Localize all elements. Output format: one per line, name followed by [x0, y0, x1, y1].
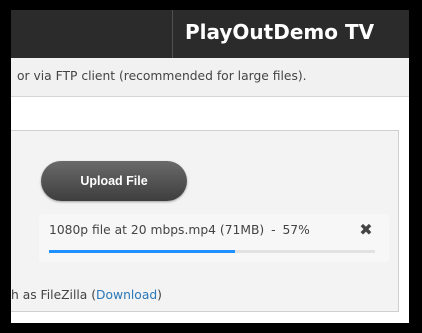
upload-file-item: 1080p file at 20 mbps.mp4 (71MB) - 57% ✖: [39, 214, 389, 262]
hint-text-end: ): [157, 288, 162, 302]
file-info: 1080p file at 20 mbps.mp4 (71MB) - 57%: [49, 223, 310, 237]
file-separator: -: [271, 223, 276, 237]
upload-progress-bar: [49, 250, 375, 253]
upload-file-button[interactable]: Upload File: [41, 161, 187, 201]
top-header: PlayOutDemo TV: [11, 10, 409, 58]
brand-title: PlayOutDemo TV: [185, 20, 375, 44]
hint-text: h as FileZilla (: [11, 288, 97, 302]
file-name: 1080p file at 20 mbps.mp4: [49, 223, 216, 237]
file-size: (71MB): [219, 223, 265, 237]
close-icon[interactable]: ✖: [357, 221, 375, 239]
upload-notice: or via FTP client (recommended for large…: [11, 58, 409, 97]
app-frame: PlayOutDemo TV or via FTP client (recomm…: [11, 10, 409, 323]
file-progress-percent: 57%: [282, 223, 310, 237]
download-link[interactable]: Download: [96, 288, 157, 302]
header-divider: [172, 10, 173, 58]
upload-panel: Upload File 1080p file at 20 mbps.mp4 (7…: [11, 130, 399, 312]
upload-progress-fill: [49, 250, 235, 253]
ftp-client-hint: h as FileZilla (Download): [11, 288, 162, 302]
notice-text: or via FTP client (recommended for large…: [17, 69, 307, 83]
